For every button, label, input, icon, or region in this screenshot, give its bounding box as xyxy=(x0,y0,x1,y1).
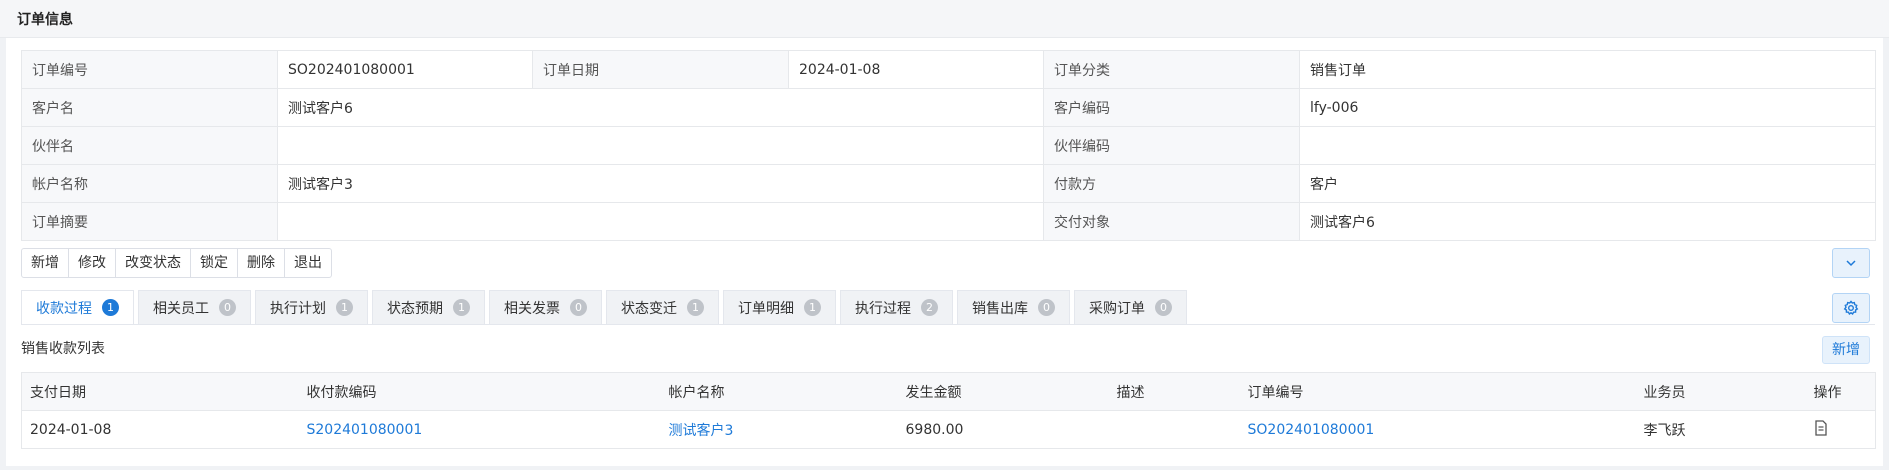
cell-payment-code-link[interactable]: S202401080001 xyxy=(298,410,661,449)
add-button[interactable]: 新增 xyxy=(22,249,69,277)
table-header-row: 支付日期 收付款编码 帐户名称 发生金额 描述 订单编号 业务员 操作 xyxy=(21,372,1876,411)
chevron-down-icon xyxy=(1846,260,1856,267)
value-account-name: 测试客户3 xyxy=(277,164,1044,203)
value-order-date: 2024-01-08 xyxy=(788,50,1044,89)
tab-payment-process[interactable]: 收款过程 1 xyxy=(21,290,134,324)
value-delivery-target: 测试客户6 xyxy=(1299,202,1876,241)
label-customer-code: 客户编码 xyxy=(1043,88,1300,127)
label-delivery-target: 交付对象 xyxy=(1043,202,1300,241)
gear-icon xyxy=(1843,300,1859,316)
delete-button[interactable]: 删除 xyxy=(238,249,285,277)
label-partner-name: 伙伴名 xyxy=(21,126,278,165)
column-header: 发生金额 xyxy=(897,372,1109,411)
table-row: 2024-01-08 S202401080001 测试客户3 6980.00 S… xyxy=(21,410,1876,449)
info-row: 伙伴名 伙伴编码 xyxy=(21,126,1876,165)
cell-order-no-link[interactable]: SO202401080001 xyxy=(1239,410,1636,449)
value-customer-code: lfy-006 xyxy=(1299,88,1876,127)
label-customer-name: 客户名 xyxy=(21,88,278,127)
tab-count-badge: 1 xyxy=(336,299,353,316)
tab-execution-plan[interactable]: 执行计划 1 xyxy=(255,290,368,324)
section-header: 订单信息 xyxy=(0,0,1889,38)
value-partner-name xyxy=(277,126,1044,165)
order-panel: 订单编号 SO202401080001 订单日期 2024-01-08 订单分类… xyxy=(6,38,1883,466)
cell-amount: 6980.00 xyxy=(897,410,1109,449)
action-toolbar: 新增 修改 改变状态 锁定 删除 退出 xyxy=(21,248,332,278)
value-order-category: 销售订单 xyxy=(1299,50,1876,89)
column-header: 订单编号 xyxy=(1239,372,1636,411)
tab-label: 订单明细 xyxy=(738,300,794,317)
column-header: 收付款编码 xyxy=(298,372,661,411)
column-header: 操作 xyxy=(1805,372,1876,411)
tab-count-badge: 1 xyxy=(687,299,704,316)
cell-actions xyxy=(1805,410,1876,449)
tab-status-expectation[interactable]: 状态预期 1 xyxy=(372,290,485,324)
list-title: 销售收款列表 xyxy=(21,341,105,357)
tab-count-badge: 0 xyxy=(570,299,587,316)
value-customer-name: 测试客户6 xyxy=(277,88,1044,127)
info-row: 帐户名称 测试客户3 付款方 客户 xyxy=(21,164,1876,203)
tab-order-details[interactable]: 订单明细 1 xyxy=(723,290,836,324)
section-title: 订单信息 xyxy=(17,12,73,28)
label-order-date: 订单日期 xyxy=(532,50,789,89)
tab-divider xyxy=(21,324,1875,325)
tab-label: 采购订单 xyxy=(1089,300,1145,317)
settings-button[interactable] xyxy=(1832,293,1870,323)
edit-button[interactable]: 修改 xyxy=(69,249,116,277)
tab-label: 状态变迁 xyxy=(621,300,677,317)
column-header: 帐户名称 xyxy=(660,372,898,411)
label-partner-code: 伙伴编码 xyxy=(1043,126,1300,165)
column-header: 支付日期 xyxy=(21,372,299,411)
cell-salesman: 李飞跃 xyxy=(1635,410,1806,449)
tab-label: 执行计划 xyxy=(270,300,326,317)
tab-count-badge: 0 xyxy=(1038,299,1055,316)
expand-button[interactable] xyxy=(1832,248,1870,278)
info-row: 订单摘要 交付对象 测试客户6 xyxy=(21,202,1876,241)
tab-label: 执行过程 xyxy=(855,300,911,317)
tab-label: 相关员工 xyxy=(153,300,209,317)
document-icon[interactable] xyxy=(1814,419,1828,440)
info-row: 订单编号 SO202401080001 订单日期 2024-01-08 订单分类… xyxy=(21,50,1876,89)
tab-count-badge: 2 xyxy=(921,299,938,316)
label-payer: 付款方 xyxy=(1043,164,1300,203)
order-info-table: 订单编号 SO202401080001 订单日期 2024-01-08 订单分类… xyxy=(21,50,1876,241)
label-account-name: 帐户名称 xyxy=(21,164,278,203)
tab-execution-process[interactable]: 执行过程 2 xyxy=(840,290,953,324)
tab-label: 收款过程 xyxy=(36,300,92,317)
tab-count-badge: 1 xyxy=(453,299,470,316)
add-payment-button[interactable]: 新增 xyxy=(1822,336,1870,364)
cell-pay-date: 2024-01-08 xyxy=(21,410,299,449)
label-order-summary: 订单摘要 xyxy=(21,202,278,241)
column-header: 业务员 xyxy=(1635,372,1806,411)
tab-count-badge: 1 xyxy=(102,299,119,316)
column-header: 描述 xyxy=(1108,372,1240,411)
info-row: 客户名 测试客户6 客户编码 lfy-006 xyxy=(21,88,1876,127)
exit-button[interactable]: 退出 xyxy=(285,249,331,277)
lock-button[interactable]: 锁定 xyxy=(191,249,238,277)
label-order-no: 订单编号 xyxy=(21,50,278,89)
tab-count-badge: 1 xyxy=(804,299,821,316)
tab-count-badge: 0 xyxy=(219,299,236,316)
tab-related-invoices[interactable]: 相关发票 0 xyxy=(489,290,602,324)
cell-account-link[interactable]: 测试客户3 xyxy=(660,410,898,449)
tab-label: 相关发票 xyxy=(504,300,560,317)
tab-bar: 收款过程 1 相关员工 0 执行计划 1 状态预期 1 相关发票 0 状态变迁 … xyxy=(21,290,1191,324)
payment-table: 支付日期 收付款编码 帐户名称 发生金额 描述 订单编号 业务员 操作 2024… xyxy=(21,372,1876,449)
tab-count-badge: 0 xyxy=(1155,299,1172,316)
tab-purchase-orders[interactable]: 采购订单 0 xyxy=(1074,290,1187,324)
value-payer: 客户 xyxy=(1299,164,1876,203)
label-order-category: 订单分类 xyxy=(1043,50,1300,89)
value-partner-code xyxy=(1299,126,1876,165)
tab-label: 状态预期 xyxy=(387,300,443,317)
tab-status-changes[interactable]: 状态变迁 1 xyxy=(606,290,719,324)
value-order-summary xyxy=(277,202,1044,241)
value-order-no: SO202401080001 xyxy=(277,50,533,89)
change-status-button[interactable]: 改变状态 xyxy=(116,249,191,277)
tab-sales-outbound[interactable]: 销售出库 0 xyxy=(957,290,1070,324)
cell-description xyxy=(1108,410,1240,449)
tab-related-staff[interactable]: 相关员工 0 xyxy=(138,290,251,324)
page: 订单信息 订单编号 SO202401080001 订单日期 2024-01-08… xyxy=(0,0,1889,470)
tab-label: 销售出库 xyxy=(972,300,1028,317)
